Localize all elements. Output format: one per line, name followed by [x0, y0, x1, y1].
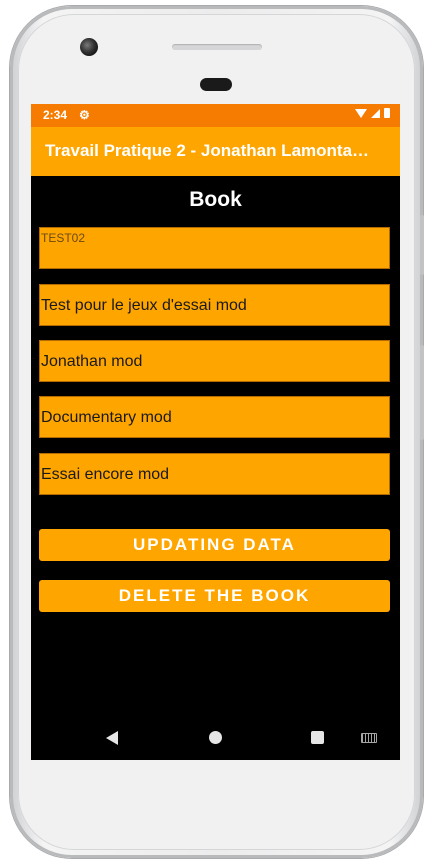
book-genre-value: Documentary mod: [41, 409, 172, 426]
book-author-field[interactable]: Jonathan mod: [39, 340, 390, 382]
status-bar: 2:34 ⚙: [31, 104, 400, 127]
page-title: Book: [189, 188, 242, 211]
volume-button: [420, 345, 424, 440]
book-author-value: Jonathan mod: [41, 353, 143, 370]
power-button: [420, 215, 424, 275]
delete-book-button[interactable]: DELETE THE BOOK: [39, 580, 390, 612]
book-genre-field[interactable]: Documentary mod: [39, 396, 390, 438]
update-data-button[interactable]: UPDATING DATA: [39, 529, 390, 561]
recents-icon[interactable]: [311, 731, 324, 744]
status-time: 2:34: [43, 108, 68, 122]
signal-icon: [371, 108, 380, 118]
keyboard-icon[interactable]: [361, 733, 377, 743]
home-icon[interactable]: [209, 731, 222, 744]
book-title-field[interactable]: Test pour le jeux d'essai mod: [39, 284, 390, 326]
book-id-field[interactable]: TEST02: [39, 227, 390, 269]
wifi-icon: [355, 108, 367, 118]
screen: 2:34 ⚙ Travail Pratique 2 - Jonathan Lam…: [31, 104, 400, 760]
battery-icon: [384, 108, 390, 118]
proximity-sensor: [200, 78, 232, 91]
back-icon[interactable]: [106, 731, 118, 745]
app-bar: Travail Pratique 2 - Jonathan Lamontagne: [31, 127, 400, 176]
app-bar-title: Travail Pratique 2 - Jonathan Lamontagne: [45, 141, 375, 160]
book-description-value: Essai encore mod: [41, 466, 170, 483]
earpiece-speaker: [172, 44, 262, 50]
book-description-field[interactable]: Essai encore mod: [39, 453, 390, 495]
book-id-hint: TEST02: [41, 231, 86, 245]
navigation-bar: [31, 716, 400, 760]
front-camera: [80, 38, 98, 56]
status-icons: [355, 108, 390, 118]
gear-icon: ⚙: [79, 108, 90, 122]
book-title-value: Test pour le jeux d'essai mod: [41, 297, 247, 314]
